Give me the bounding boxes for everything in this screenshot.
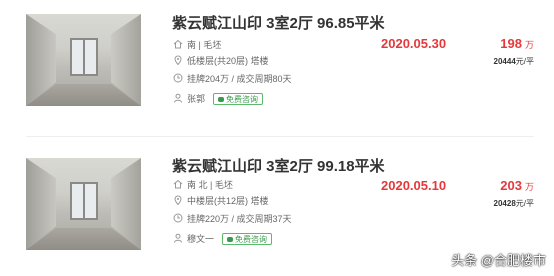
floor-row: 低楼层(共20层) 塔楼 — [173, 55, 269, 67]
free-consult-button[interactable]: 免费咨询 — [213, 93, 264, 105]
listing-info-row: 挂牌220万 / 成交周期37天 — [173, 213, 292, 225]
listing-info-text: 挂牌220万 / 成交周期37天 — [187, 214, 292, 224]
agent-name[interactable]: 张郭 — [187, 94, 205, 104]
floor-text: 低楼层(共20层) 塔楼 — [187, 56, 269, 66]
home-icon — [173, 179, 183, 189]
person-icon — [173, 93, 183, 103]
orientation-text: 南 北 | 毛坯 — [187, 180, 233, 190]
unit-price-value: 20428 — [493, 199, 516, 208]
price-value: 198 — [500, 36, 522, 51]
listing-divider — [26, 136, 534, 137]
deal-price: 198 万 — [500, 36, 534, 51]
watermark: 头条 @合肥楼市 — [451, 253, 546, 268]
price-unit: 万 — [524, 182, 534, 192]
listing-title[interactable]: 紫云赋江山印 3室2厅 99.18平米 — [172, 155, 385, 176]
orientation-row: 南 | 毛坯 — [173, 39, 221, 51]
unit-price: 20444元/平 — [494, 56, 534, 67]
floor-row: 中楼层(共12层) 塔楼 — [173, 195, 269, 207]
tag-icon — [173, 213, 183, 223]
tag-icon — [173, 73, 183, 83]
unit-price: 20428元/平 — [494, 198, 534, 209]
unit-price-suffix: 元/平 — [515, 57, 534, 66]
agent-name[interactable]: 穆文一 — [187, 234, 214, 244]
listing-photo[interactable] — [26, 14, 141, 106]
free-consult-button[interactable]: 免费咨询 — [222, 233, 273, 245]
deal-date: 2020.05.30 — [381, 36, 447, 51]
orientation-text: 南 | 毛坯 — [187, 40, 222, 50]
floor-text: 中楼层(共12层) 塔楼 — [187, 196, 269, 206]
consult-label: 免费咨询 — [226, 95, 259, 104]
listing-title[interactable]: 紫云赋江山印 3室2厅 96.85平米 — [172, 12, 385, 33]
deal-date: 2020.05.10 — [381, 178, 447, 193]
deal-price: 203 万 — [500, 178, 534, 193]
orientation-row: 南 北 | 毛坯 — [173, 179, 233, 191]
listing-info-text: 挂牌204万 / 成交周期80天 — [187, 74, 292, 84]
chat-icon — [227, 237, 234, 242]
listing-photo[interactable] — [26, 158, 141, 250]
listing-info-row: 挂牌204万 / 成交周期80天 — [173, 73, 292, 85]
agent-row: 张郭 免费咨询 — [173, 93, 264, 105]
consult-label: 免费咨询 — [235, 235, 268, 244]
unit-price-suffix: 元/平 — [515, 199, 534, 208]
home-icon — [173, 39, 183, 49]
unit-price-value: 20444 — [493, 57, 516, 66]
chat-icon — [218, 97, 225, 102]
location-icon — [173, 195, 183, 205]
price-value: 203 — [500, 178, 522, 193]
price-unit: 万 — [524, 40, 534, 50]
person-icon — [173, 233, 183, 243]
location-icon — [173, 55, 183, 65]
agent-row: 穆文一 免费咨询 — [173, 233, 273, 245]
